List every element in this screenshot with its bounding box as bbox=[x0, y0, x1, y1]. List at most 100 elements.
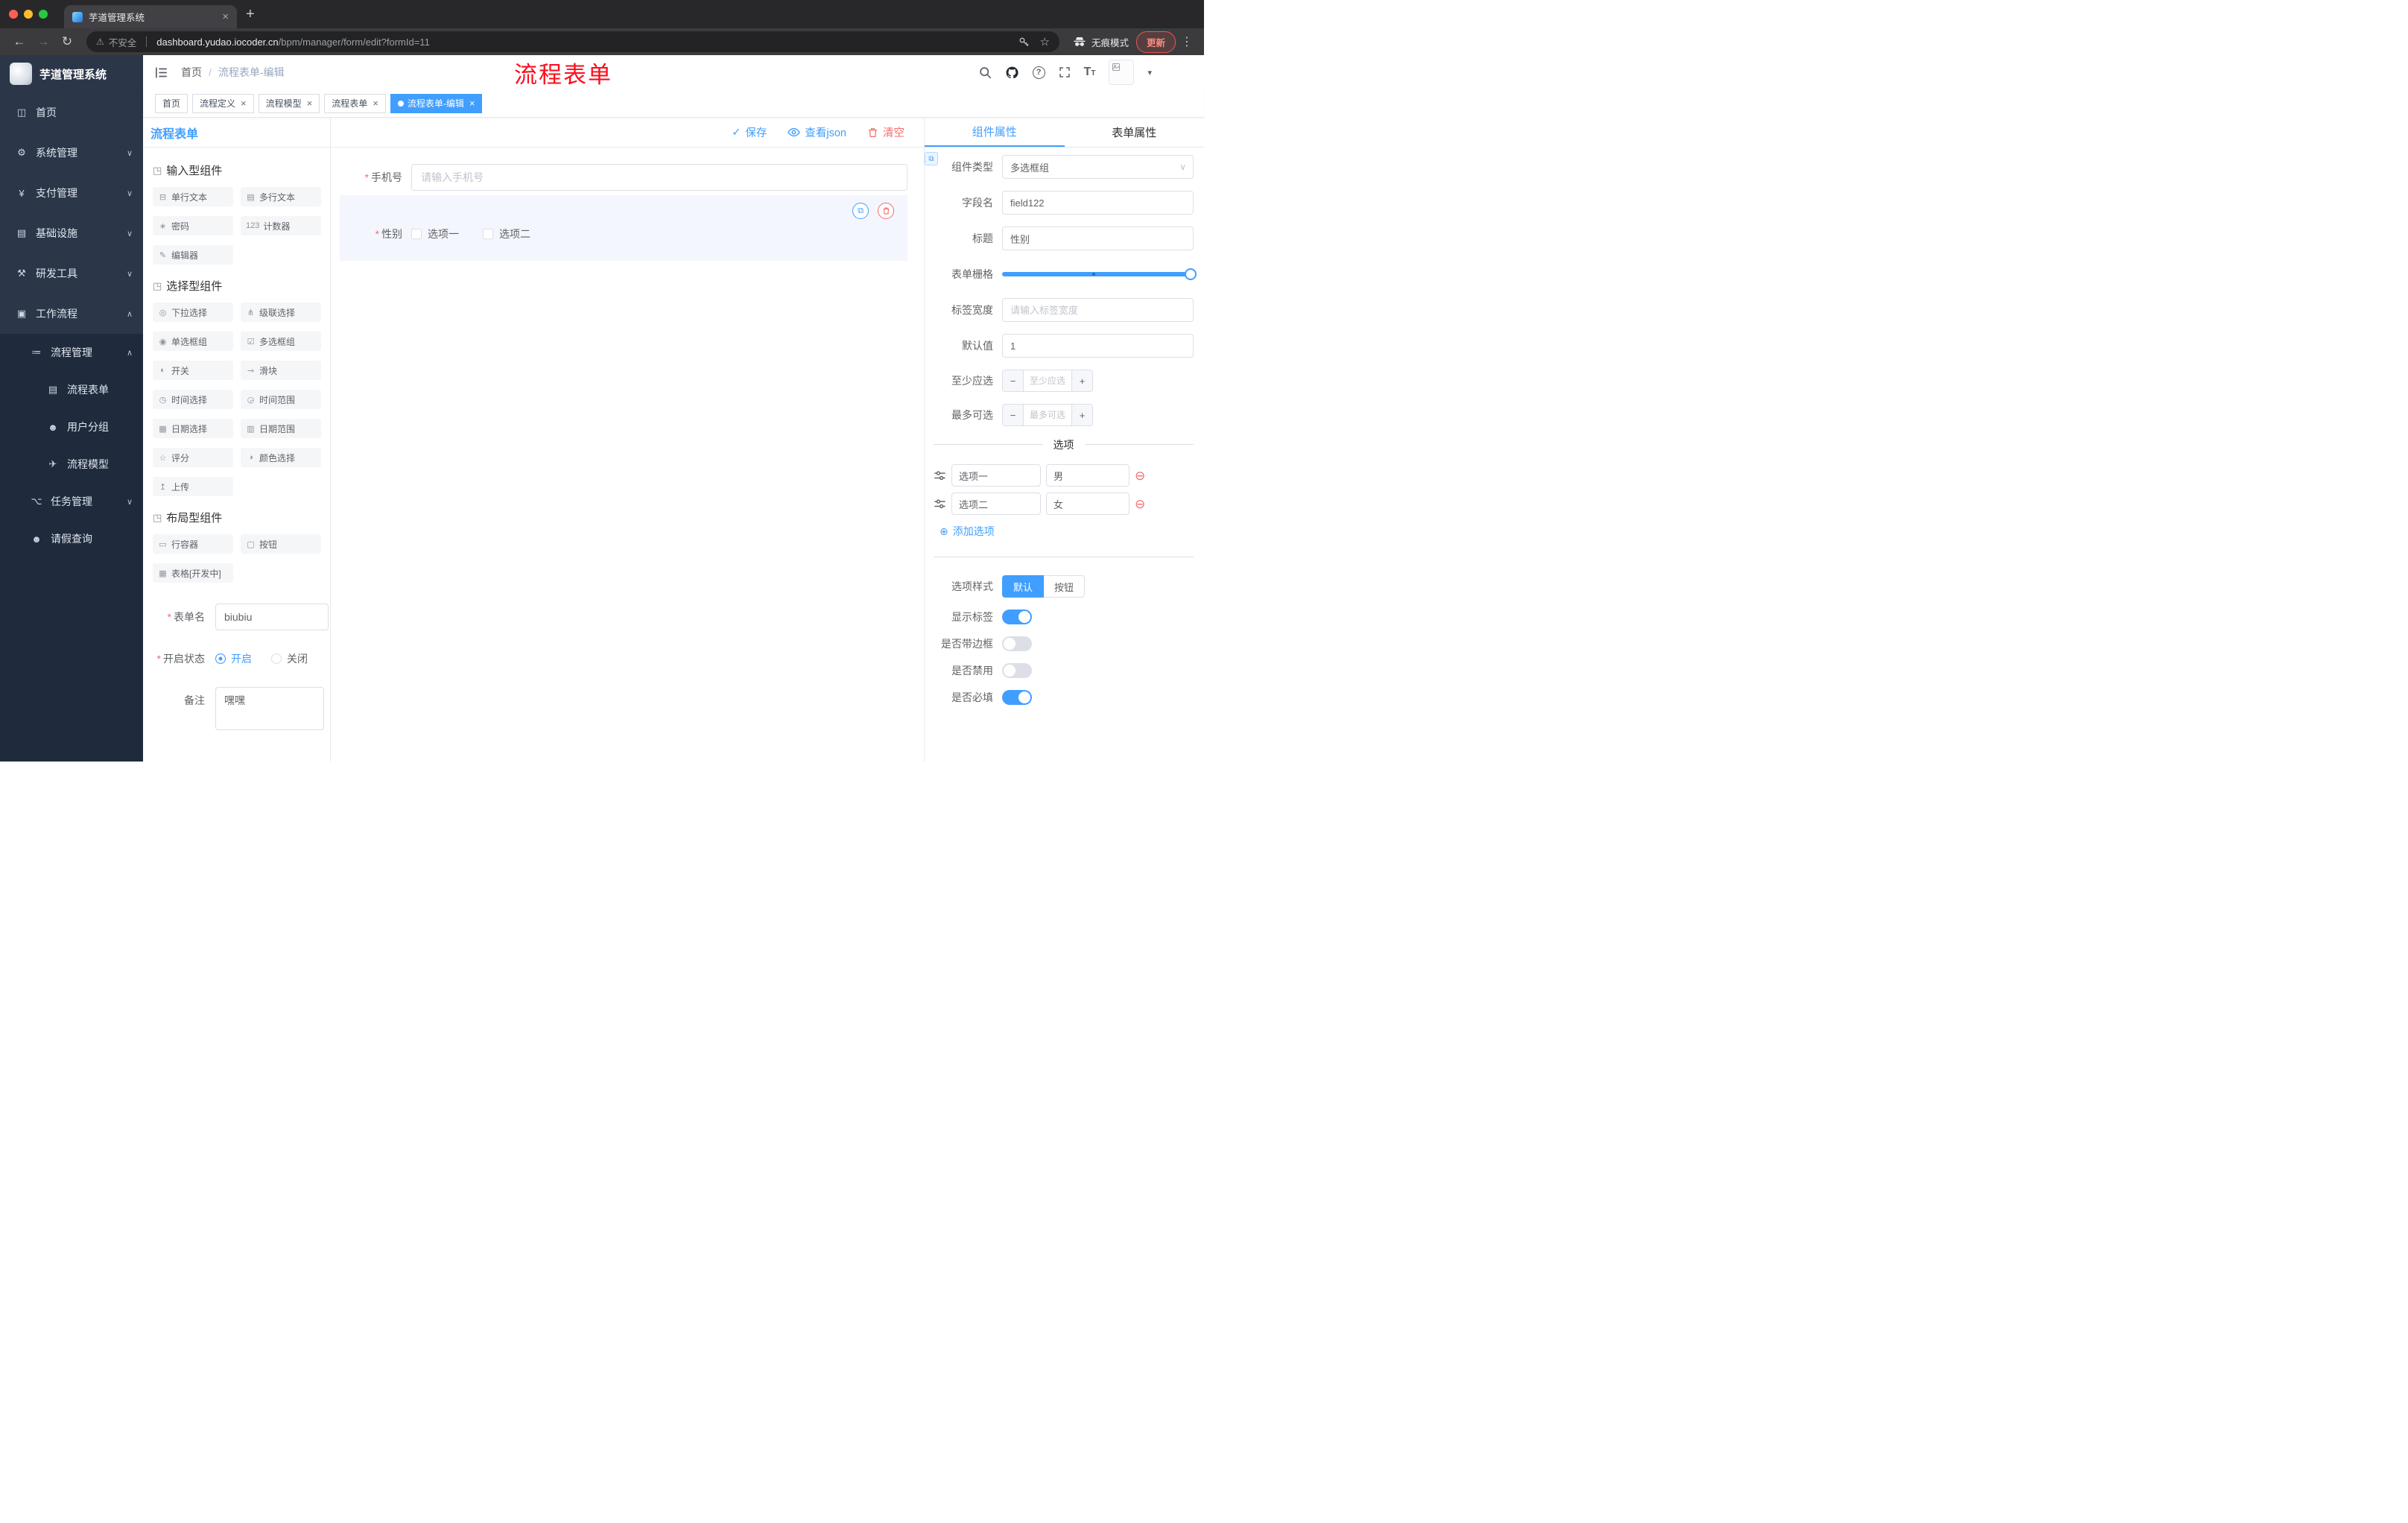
sidebar-item-workflow[interactable]: ▣ 工作流程 ∧ bbox=[0, 294, 143, 334]
close-icon[interactable]: × bbox=[241, 98, 247, 109]
sidebar-item-process-model[interactable]: ✈ 流程模型 bbox=[0, 446, 143, 483]
palette-item-upload[interactable]: ↥ 上传 bbox=[153, 477, 233, 496]
address-bar[interactable]: ⚠ 不安全 dashboard.yudao.iocoder.cn/bpm/man… bbox=[86, 31, 1059, 52]
tag-process-model[interactable]: 流程模型 × bbox=[258, 93, 320, 113]
clear-button[interactable]: 清空 bbox=[867, 124, 904, 140]
default-value-input[interactable] bbox=[1002, 334, 1194, 358]
github-icon[interactable] bbox=[1005, 66, 1019, 80]
link-icon[interactable]: ⧉ bbox=[925, 152, 938, 165]
field-name-input[interactable] bbox=[1002, 191, 1194, 215]
new-tab-button[interactable]: + bbox=[246, 6, 255, 23]
fullscreen-icon[interactable] bbox=[1059, 66, 1071, 78]
sidebar-item-user-group[interactable]: ☻ 用户分组 bbox=[0, 408, 143, 446]
palette-item-color-picker[interactable]: ◑ 颜色选择 bbox=[241, 448, 321, 467]
palette-item-radio-group[interactable]: ◉ 单选框组 bbox=[153, 332, 233, 351]
help-icon[interactable]: ? bbox=[1032, 66, 1045, 79]
increase-button[interactable]: + bbox=[1071, 370, 1092, 391]
save-button[interactable]: ✓ 保存 bbox=[732, 124, 767, 140]
palette-item-time-range[interactable]: ◶ 时间范围 bbox=[241, 390, 321, 409]
close-icon[interactable]: × bbox=[373, 98, 378, 109]
palette-item-select[interactable]: ◎ 下拉选择 bbox=[153, 303, 233, 322]
delete-field-button[interactable] bbox=[878, 203, 894, 219]
reload-button[interactable]: ↻ bbox=[57, 34, 77, 49]
window-close-button[interactable] bbox=[9, 10, 18, 19]
avatar[interactable] bbox=[1109, 60, 1135, 85]
copy-field-button[interactable]: ⧉ bbox=[852, 203, 869, 219]
forward-button[interactable]: → bbox=[33, 34, 54, 49]
option-value-input[interactable] bbox=[1046, 493, 1129, 515]
palette-item-editor[interactable]: ✎ 编辑器 bbox=[153, 245, 233, 265]
sidebar-item-task-mgmt[interactable]: ⌥ 任务管理 ∨ bbox=[0, 483, 143, 520]
palette-item-switch[interactable]: ◐ 开关 bbox=[153, 361, 233, 380]
option-value-input[interactable] bbox=[1046, 464, 1129, 487]
option-style-default-button[interactable]: 默认 bbox=[1002, 575, 1045, 598]
back-button[interactable]: ← bbox=[9, 34, 30, 49]
palette-item-slider[interactable]: ⊸ 滑块 bbox=[241, 361, 321, 380]
palette-item-counter[interactable]: 123 计数器 bbox=[241, 216, 321, 235]
form-remark-textarea[interactable]: 嘿嘿 bbox=[215, 687, 324, 730]
palette-item-time-picker[interactable]: ◷ 时间选择 bbox=[153, 390, 233, 409]
disabled-switch[interactable] bbox=[1002, 663, 1032, 678]
tag-process-definition[interactable]: 流程定义 × bbox=[192, 93, 254, 113]
decrease-button[interactable]: − bbox=[1003, 405, 1024, 425]
status-on-radio[interactable]: 开启 bbox=[215, 651, 252, 666]
sidebar-item-home[interactable]: ◫ 首页 bbox=[0, 92, 143, 133]
font-size-icon[interactable]: TT bbox=[1084, 66, 1096, 79]
title-input[interactable] bbox=[1002, 227, 1194, 250]
gender-field-selected[interactable]: ⧉ * 性别 选项一 选项二 bbox=[340, 195, 907, 261]
gender-option1-checkbox[interactable]: 选项一 bbox=[411, 227, 459, 241]
palette-item-button[interactable]: ▢ 按钮 bbox=[241, 534, 321, 554]
gender-option2-checkbox[interactable]: 选项二 bbox=[483, 227, 530, 241]
sidebar-item-system-mgmt[interactable]: ⚙ 系统管理 ∨ bbox=[0, 133, 143, 173]
window-minimize-button[interactable] bbox=[24, 10, 33, 19]
tag-process-form[interactable]: 流程表单 × bbox=[324, 93, 386, 113]
tag-home[interactable]: 首页 bbox=[155, 93, 188, 113]
palette-item-checkbox-group[interactable]: ☑ 多选框组 bbox=[241, 332, 321, 351]
bookmark-star-icon[interactable]: ☆ bbox=[1040, 35, 1050, 48]
sidebar-item-dev-tools[interactable]: ⚒ 研发工具 ∨ bbox=[0, 253, 143, 294]
min-select-input[interactable] bbox=[1024, 370, 1071, 391]
palette-item-cascader[interactable]: ⋔ 级联选择 bbox=[241, 303, 321, 322]
view-json-button[interactable]: 查看json bbox=[788, 124, 846, 140]
border-switch[interactable] bbox=[1002, 636, 1032, 651]
status-off-radio[interactable]: 关闭 bbox=[271, 651, 308, 666]
browser-menu-button[interactable]: ⋮ bbox=[1179, 34, 1195, 49]
tab-form-props[interactable]: 表单属性 bbox=[1065, 118, 1205, 147]
palette-item-textarea[interactable]: ▤ 多行文本 bbox=[241, 187, 321, 206]
palette-item-single-text[interactable]: ⊟ 单行文本 bbox=[153, 187, 233, 206]
drag-handle-icon[interactable] bbox=[934, 469, 946, 482]
remove-option-icon[interactable]: ⊖ bbox=[1135, 469, 1145, 482]
password-key-icon[interactable] bbox=[1018, 37, 1030, 48]
close-icon[interactable]: × bbox=[469, 98, 475, 109]
browser-tab[interactable]: 芋道管理系统 × bbox=[64, 5, 237, 28]
sidebar-item-payment-mgmt[interactable]: ¥ 支付管理 ∨ bbox=[0, 173, 143, 213]
sidebar-fold-icon[interactable] bbox=[155, 66, 168, 78]
increase-button[interactable]: + bbox=[1071, 405, 1092, 425]
close-icon[interactable]: × bbox=[307, 98, 313, 109]
palette-item-date-range[interactable]: ▥ 日期范围 bbox=[241, 419, 321, 438]
show-label-switch[interactable] bbox=[1002, 609, 1032, 624]
component-type-select[interactable]: ∨ bbox=[1002, 155, 1194, 179]
option-style-button-button[interactable]: 按钮 bbox=[1044, 575, 1086, 598]
palette-item-row-container[interactable]: ▭ 行容器 bbox=[153, 534, 233, 554]
phone-input[interactable] bbox=[411, 164, 907, 191]
tab-component-props[interactable]: 组件属性 bbox=[925, 118, 1065, 147]
required-switch[interactable] bbox=[1002, 690, 1032, 705]
palette-item-rate[interactable]: ☆ 评分 bbox=[153, 448, 233, 467]
decrease-button[interactable]: − bbox=[1003, 370, 1024, 391]
palette-item-table[interactable]: ▦ 表格[开发中] bbox=[153, 563, 233, 583]
form-name-input[interactable] bbox=[215, 604, 329, 630]
component-type-value[interactable] bbox=[1002, 155, 1194, 179]
palette-item-password[interactable]: ∗ 密码 bbox=[153, 216, 233, 235]
avatar-caret-icon[interactable]: ▾ bbox=[1147, 68, 1152, 77]
window-zoom-button[interactable] bbox=[39, 10, 48, 19]
phone-field-row[interactable]: * 手机号 bbox=[340, 164, 915, 191]
option-label-input[interactable] bbox=[951, 464, 1041, 487]
sidebar-item-process-form[interactable]: ▤ 流程表单 bbox=[0, 371, 143, 408]
form-grid-slider[interactable] bbox=[1002, 262, 1197, 286]
sidebar-item-process-mgmt[interactable]: ≔ 流程管理 ∧ bbox=[0, 334, 143, 371]
breadcrumb-home[interactable]: 首页 bbox=[181, 65, 202, 80]
label-width-input[interactable] bbox=[1002, 298, 1194, 322]
tag-process-form-edit[interactable]: 流程表单-编辑 × bbox=[390, 93, 483, 113]
search-icon[interactable] bbox=[979, 66, 992, 79]
